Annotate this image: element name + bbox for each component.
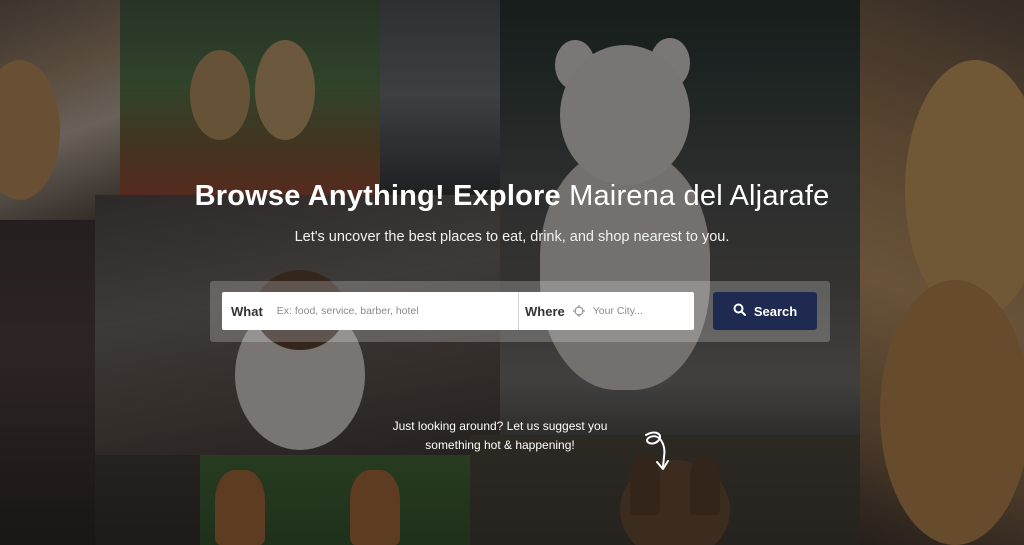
search-panel: What Where Search: [210, 281, 830, 342]
search-button[interactable]: Search: [713, 292, 817, 330]
suggestion-text: Just looking around? Let us suggest you …: [380, 417, 620, 455]
what-label: What: [231, 303, 263, 319]
curly-arrow-down-icon: [636, 427, 676, 480]
search-icon: [733, 303, 746, 319]
search-button-label: Search: [753, 303, 798, 319]
suggestion-line-2: something hot & happening!: [425, 438, 575, 452]
suggestion-line-1: Just looking around? Let us suggest you: [392, 419, 608, 433]
hero-title-bold: Browse Anything! Explore: [194, 180, 561, 212]
dark-overlay: [0, 0, 1024, 545]
crosshair-icon[interactable]: [572, 305, 585, 317]
hero-subtitle: Let's uncover the best places to eat, dr…: [294, 229, 730, 245]
where-input[interactable]: [592, 299, 693, 323]
where-label: Where: [525, 303, 565, 319]
search-fields: What Where: [222, 292, 694, 330]
background-collage: [0, 0, 1024, 545]
what-field: What: [222, 292, 519, 330]
what-input[interactable]: [276, 299, 477, 323]
where-field: Where: [519, 292, 694, 330]
hero-title: Browse Anything! Explore Mairena del Alj…: [0, 180, 1024, 213]
hero-title-city: Mairena del Aljarafe: [569, 180, 830, 212]
